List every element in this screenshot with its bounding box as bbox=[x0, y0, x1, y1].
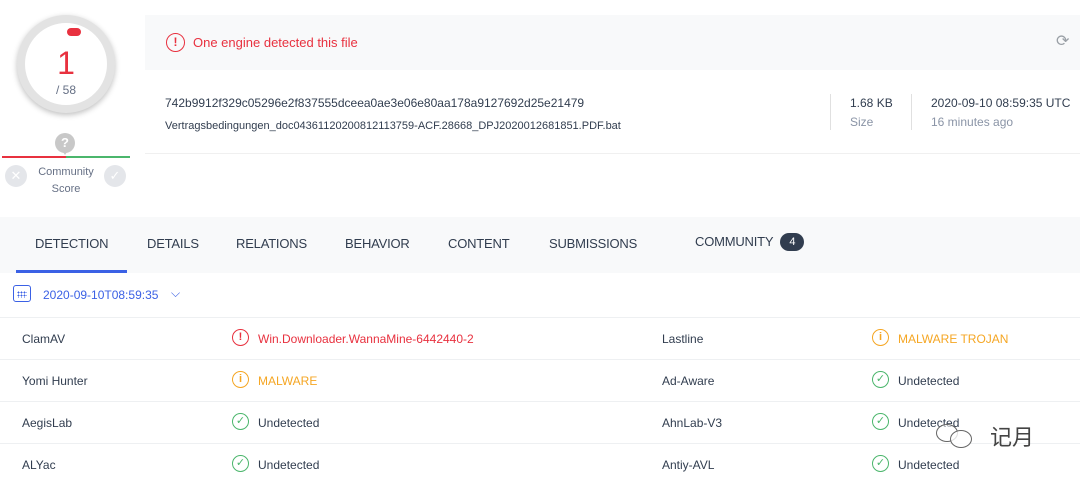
file-info: 742b9912f329c05296e2f837555dceea0ae3e06e… bbox=[145, 72, 1080, 154]
tab-submissions[interactable]: SUBMISSIONS bbox=[549, 236, 637, 251]
table-row: ClamAV! Win.Downloader.WannaMine-6442440-… bbox=[0, 317, 1080, 359]
engine-name: ALYac bbox=[22, 458, 56, 472]
help-pointer bbox=[61, 149, 69, 155]
file-size-label: Size bbox=[850, 115, 874, 129]
community-bar-negative bbox=[2, 156, 66, 158]
engine-name: Lastline bbox=[662, 332, 704, 346]
vote-harmful-icon[interactable]: ✕ bbox=[5, 165, 27, 187]
result-label: Undetected bbox=[898, 374, 960, 388]
detection-score-gauge: 1 / 58 bbox=[17, 15, 115, 113]
tab-detection[interactable]: DETECTION bbox=[35, 236, 109, 251]
tab-community-label: COMMUNITY bbox=[695, 234, 774, 249]
analysis-relative-time: 16 minutes ago bbox=[931, 115, 1014, 129]
result-label: Undetected bbox=[258, 416, 320, 430]
table-row: AegisLab ✓ Undetected AhnLab-V3 ✓ Undetected bbox=[0, 401, 1080, 443]
watermark: 记月 bbox=[936, 418, 1056, 454]
result-label[interactable]: Win.Downloader.WannaMine-6442440-2 bbox=[258, 332, 474, 346]
chat-bubble-icon bbox=[950, 430, 972, 448]
suspicious-icon: i bbox=[232, 371, 249, 388]
engine-name: AhnLab-V3 bbox=[662, 416, 723, 430]
undetected-icon: ✓ bbox=[232, 455, 249, 472]
result-label: Undetected bbox=[258, 458, 320, 472]
result-label: MALWARE bbox=[258, 374, 318, 388]
tab-relations[interactable]: RELATIONS bbox=[236, 236, 307, 251]
analysis-datetime: 2020-09-10 08:59:35 UTC bbox=[931, 96, 1071, 110]
file-size: 1.68 KB bbox=[850, 96, 893, 110]
analysis-date: 2020-09-10T08:59:35 bbox=[43, 288, 159, 302]
watermark-text: 记月 bbox=[990, 426, 1035, 451]
divider bbox=[830, 94, 831, 130]
community-bar-positive bbox=[66, 156, 130, 158]
community-score-label: Community Score bbox=[38, 166, 94, 195]
result-label: Undetected bbox=[898, 458, 960, 472]
tab-community[interactable]: COMMUNITY 4 bbox=[695, 233, 805, 251]
detection-alert: ! One engine detected this file ⟳ bbox=[145, 15, 1080, 70]
file-name: Vertragsbedingungen_doc04361120200812113… bbox=[165, 120, 621, 132]
table-row: ALYac ✓ Undetected Antiy-AVL ✓ Undetected bbox=[0, 443, 1080, 481]
divider bbox=[911, 94, 912, 130]
gauge-indicator bbox=[67, 28, 81, 36]
file-hash[interactable]: 742b9912f329c05296e2f837555dceea0ae3e06e… bbox=[165, 96, 584, 110]
vote-harmless-icon[interactable]: ✓ bbox=[104, 165, 126, 187]
tab-details[interactable]: DETAILS bbox=[147, 236, 199, 251]
engine-name: AegisLab bbox=[22, 416, 73, 430]
engine-name: ClamAV bbox=[22, 332, 66, 346]
reanalyze-icon[interactable]: ⟳ bbox=[1056, 34, 1072, 50]
malicious-icon: ! bbox=[232, 329, 249, 346]
detection-count: 1 bbox=[57, 45, 75, 81]
undetected-icon: ✓ bbox=[872, 413, 889, 430]
suspicious-icon: i bbox=[872, 329, 889, 346]
engine-name: Yomi Hunter bbox=[22, 374, 88, 388]
community-count-badge: 4 bbox=[780, 233, 805, 251]
tab-behavior[interactable]: BEHAVIOR bbox=[345, 236, 410, 251]
result-label: MALWARE TROJAN bbox=[898, 332, 1009, 346]
detection-results-table: ClamAV! Win.Downloader.WannaMine-6442440-… bbox=[0, 317, 1080, 481]
tab-content[interactable]: CONTENT bbox=[448, 236, 510, 251]
active-tab-indicator bbox=[16, 270, 127, 273]
undetected-icon: ✓ bbox=[232, 413, 249, 430]
undetected-icon: ✓ bbox=[872, 455, 889, 472]
undetected-icon: ✓ bbox=[872, 371, 889, 388]
alert-icon: ! bbox=[166, 33, 185, 52]
table-row: Yomi Hunter i MALWARE Ad-Aware ✓ Undetected bbox=[0, 359, 1080, 401]
engine-name: Antiy-AVL bbox=[662, 458, 715, 472]
tab-bar: DETECTION DETAILS RELATIONS BEHAVIOR CON… bbox=[0, 217, 1080, 273]
calendar-icon bbox=[13, 285, 31, 302]
engine-total: / 58 bbox=[55, 83, 76, 97]
alert-text: One engine detected this file bbox=[193, 35, 358, 50]
engine-name: Ad-Aware bbox=[662, 374, 715, 388]
chevron-down-icon: ⌵ bbox=[171, 286, 181, 300]
